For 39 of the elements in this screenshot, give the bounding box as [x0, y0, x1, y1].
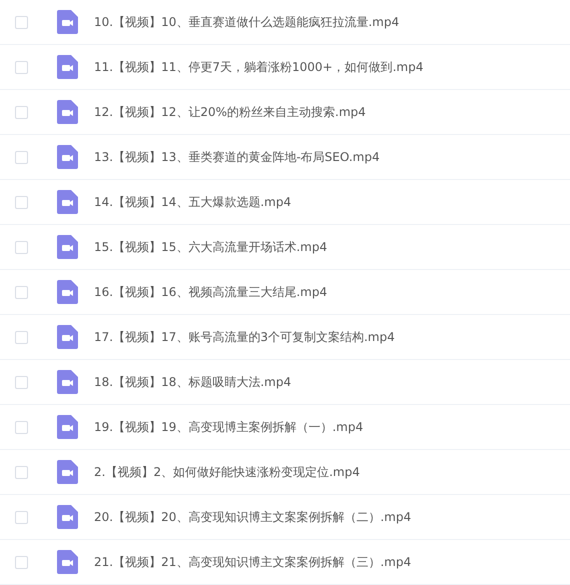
- file-name[interactable]: 10.【视频】10、垂直赛道做什么选题能疯狂拉流量.mp4: [94, 14, 400, 30]
- file-name[interactable]: 14.【视频】14、五大爆款选题.mp4: [94, 194, 292, 210]
- video-camera-icon: [57, 550, 78, 574]
- file-name[interactable]: 15.【视频】15、六大高流量开场话术.mp4: [94, 238, 328, 256]
- checkbox[interactable]: [15, 420, 28, 434]
- video-camera-icon: [57, 10, 78, 34]
- checkbox[interactable]: [15, 196, 28, 208]
- checkbox[interactable]: [15, 240, 28, 254]
- checkbox[interactable]: [15, 60, 28, 74]
- file-name[interactable]: 11.【视频】11、停更7天，躺着涨粉1000+，如何做到.mp4: [94, 58, 424, 76]
- video-camera-icon: [57, 370, 78, 394]
- file-name[interactable]: 17.【视频】17、账号高流量的3个可复制文案结构.mp4: [94, 328, 395, 346]
- checkbox[interactable]: [15, 286, 28, 298]
- checkbox[interactable]: [15, 106, 28, 118]
- checkbox[interactable]: [15, 16, 28, 28]
- checkbox[interactable]: [15, 510, 28, 524]
- file-name[interactable]: 19.【视频】19、高变现博主案例拆解（一）.mp4: [94, 418, 364, 436]
- video-camera-icon: [57, 280, 78, 304]
- video-camera-icon: [57, 235, 78, 259]
- checkbox[interactable]: [15, 556, 28, 568]
- video-camera-icon: [57, 505, 78, 529]
- checkbox[interactable]: [15, 150, 28, 164]
- file-name[interactable]: 20.【视频】20、高变现知识博主文案案例拆解（二）.mp4: [94, 508, 412, 526]
- video-camera-icon: [57, 100, 78, 124]
- file-name[interactable]: 12.【视频】12、让20%的粉丝来自主动搜索.mp4: [94, 104, 366, 120]
- video-camera-icon: [57, 460, 78, 484]
- file-name[interactable]: 16.【视频】16、视频高流量三大结尾.mp4: [94, 284, 328, 300]
- video-camera-icon: [57, 55, 78, 79]
- video-camera-icon: [57, 145, 78, 169]
- file-name[interactable]: 13.【视频】13、垂类赛道的黄金阵地-布局SEO.mp4: [94, 148, 380, 166]
- video-camera-icon: [57, 325, 78, 349]
- file-name[interactable]: 2.【视频】2、如何做好能快速涨粉变现定位.mp4: [94, 464, 360, 480]
- file-name[interactable]: 18.【视频】18、标题吸睛大法.mp4: [94, 374, 292, 390]
- checkbox[interactable]: [15, 376, 28, 388]
- video-camera-icon: [57, 415, 78, 439]
- file-name[interactable]: 21.【视频】21、高变现知识博主文案案例拆解（三）.mp4: [94, 554, 412, 570]
- video-camera-icon: [57, 190, 78, 214]
- checkbox[interactable]: [15, 330, 28, 344]
- checkbox[interactable]: [15, 466, 28, 478]
